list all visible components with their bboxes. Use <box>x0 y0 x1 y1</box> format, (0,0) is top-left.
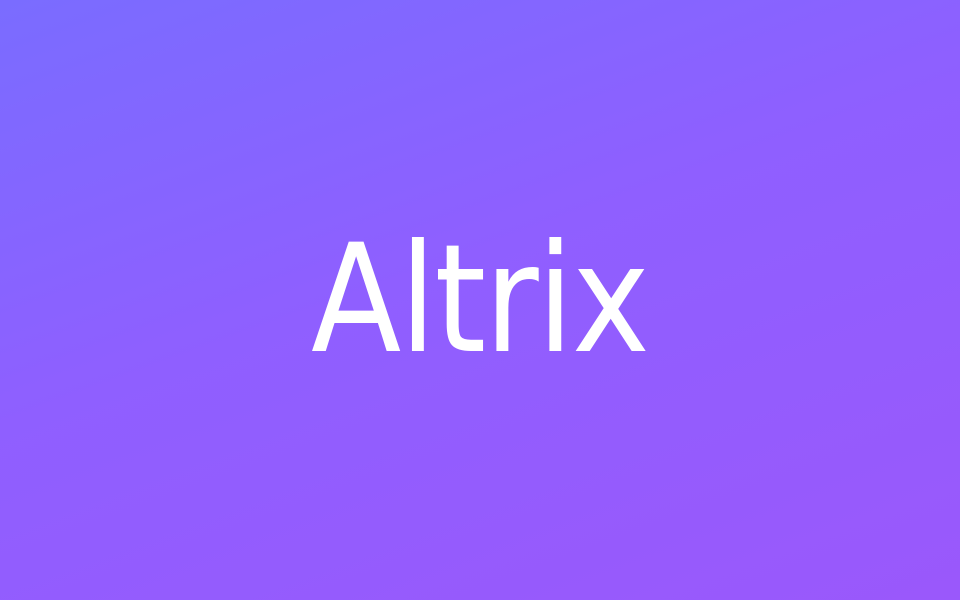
splash-screen: Altrix <box>0 0 960 600</box>
app-logo-wordmark: Altrix <box>311 213 650 387</box>
